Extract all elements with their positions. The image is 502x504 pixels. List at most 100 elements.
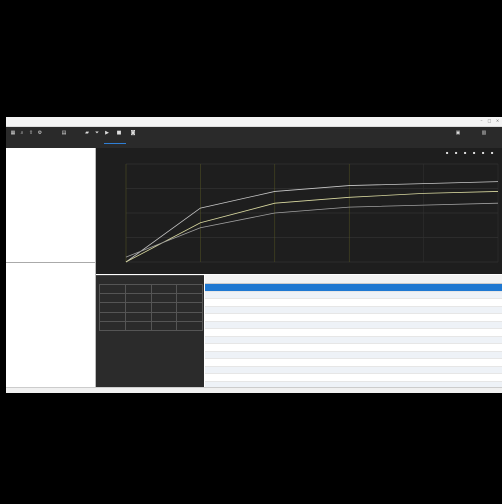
table-row[interactable] bbox=[205, 306, 502, 314]
table-row[interactable] bbox=[205, 343, 502, 352]
table-cell bbox=[205, 343, 243, 352]
table-cell bbox=[316, 328, 354, 337]
table-cell bbox=[390, 366, 428, 374]
table-cell bbox=[390, 321, 428, 329]
column-header[interactable] bbox=[427, 275, 465, 284]
settings-icon[interactable]: ⚙ bbox=[37, 130, 43, 136]
print-icon[interactable]: ▥ bbox=[481, 130, 487, 136]
stats-cell bbox=[124, 320, 152, 331]
camera-icon[interactable]: ◙ bbox=[130, 130, 136, 136]
table-cell bbox=[464, 358, 502, 367]
left-panel-divider[interactable] bbox=[6, 262, 95, 263]
table-cell bbox=[464, 306, 502, 314]
chart-icon[interactable]: ▰ bbox=[84, 130, 90, 136]
table-cell bbox=[464, 321, 502, 329]
table-cell bbox=[390, 358, 428, 367]
table-cell bbox=[427, 283, 465, 292]
close-icon[interactable]: × bbox=[495, 118, 500, 123]
table-cell bbox=[464, 291, 502, 299]
table-row[interactable] bbox=[205, 283, 502, 292]
stats-cell bbox=[99, 302, 126, 313]
table-cell bbox=[390, 283, 428, 292]
status-bar bbox=[6, 387, 502, 393]
table-cell bbox=[316, 366, 354, 374]
column-header[interactable] bbox=[279, 275, 317, 284]
table-row[interactable] bbox=[205, 298, 502, 307]
table-cell bbox=[353, 358, 391, 367]
table-row[interactable] bbox=[205, 373, 502, 382]
play-icon[interactable]: ▶ bbox=[104, 130, 110, 136]
left-panel bbox=[6, 148, 96, 387]
table-cell bbox=[390, 351, 428, 359]
stats-cell bbox=[99, 293, 126, 304]
line-chart[interactable] bbox=[96, 148, 502, 274]
column-header[interactable] bbox=[390, 275, 428, 284]
minimize-icon[interactable]: – bbox=[479, 118, 484, 123]
table-cell bbox=[390, 313, 428, 322]
stats-cell bbox=[124, 283, 152, 295]
stats-table bbox=[99, 283, 203, 331]
table-cell bbox=[242, 298, 280, 307]
table-row[interactable] bbox=[205, 336, 502, 344]
grid-icon[interactable]: ▦ bbox=[10, 130, 16, 136]
table-cell bbox=[205, 351, 243, 359]
table-cell bbox=[464, 283, 502, 292]
stats-cell bbox=[150, 283, 178, 295]
chart-panel: ▪ ▪ ▪ ▪ ▪ ▪ bbox=[96, 148, 502, 274]
table-cell bbox=[205, 306, 243, 314]
table-cell bbox=[205, 298, 243, 307]
table-cell bbox=[353, 336, 391, 344]
table-cell bbox=[279, 343, 317, 352]
filter-icon[interactable]: ⏷ bbox=[94, 130, 100, 136]
table-cell bbox=[353, 366, 391, 374]
table-cell bbox=[242, 366, 280, 374]
application-window: – □ × ▦ ⌕ ⇪ ⚙ ▤ ▰ ⏷ ▶ ■ ◙ ▣ ▥ ▪ ▪ ▪ ▪ ▪ … bbox=[6, 117, 502, 393]
table-row[interactable] bbox=[205, 366, 502, 374]
table-cell bbox=[316, 358, 354, 367]
export-icon[interactable]: ⇪ bbox=[28, 130, 34, 136]
table-row[interactable] bbox=[205, 313, 502, 322]
table-cell bbox=[279, 358, 317, 367]
table-cell bbox=[390, 306, 428, 314]
column-header[interactable] bbox=[242, 275, 280, 284]
table-row[interactable] bbox=[205, 328, 502, 337]
stats-cell bbox=[176, 320, 203, 331]
column-header[interactable] bbox=[464, 275, 502, 284]
series-line-0 bbox=[125, 181, 499, 263]
search-icon[interactable]: ⌕ bbox=[19, 130, 25, 136]
stats-row bbox=[99, 320, 203, 331]
table-cell bbox=[205, 373, 243, 382]
column-header[interactable] bbox=[205, 275, 243, 284]
stats-cell bbox=[150, 302, 178, 313]
column-header[interactable] bbox=[316, 275, 354, 284]
table-cell bbox=[205, 321, 243, 329]
stats-panel bbox=[96, 275, 204, 388]
table-row[interactable] bbox=[205, 358, 502, 367]
table-cell bbox=[242, 328, 280, 337]
table-cell bbox=[464, 343, 502, 352]
table-cell bbox=[279, 366, 317, 374]
table-cell bbox=[464, 328, 502, 337]
table-cell bbox=[464, 351, 502, 359]
table-cell bbox=[427, 343, 465, 352]
table-cell bbox=[353, 351, 391, 359]
document-icon[interactable]: ▤ bbox=[61, 130, 67, 136]
save-icon[interactable]: ▣ bbox=[455, 130, 461, 136]
table-row[interactable] bbox=[205, 321, 502, 329]
data-grid bbox=[205, 275, 502, 387]
table-cell bbox=[353, 373, 391, 382]
maximize-icon[interactable]: □ bbox=[487, 118, 492, 123]
table-cell bbox=[427, 366, 465, 374]
column-header[interactable] bbox=[353, 275, 391, 284]
table-cell bbox=[242, 313, 280, 322]
table-cell bbox=[464, 313, 502, 322]
stop-icon[interactable]: ■ bbox=[116, 130, 122, 136]
table-cell bbox=[205, 313, 243, 322]
table-row[interactable] bbox=[205, 291, 502, 299]
table-cell bbox=[427, 351, 465, 359]
table-cell bbox=[353, 283, 391, 292]
table-cell bbox=[242, 336, 280, 344]
table-cell bbox=[316, 313, 354, 322]
table-cell bbox=[427, 298, 465, 307]
table-row[interactable] bbox=[205, 351, 502, 359]
